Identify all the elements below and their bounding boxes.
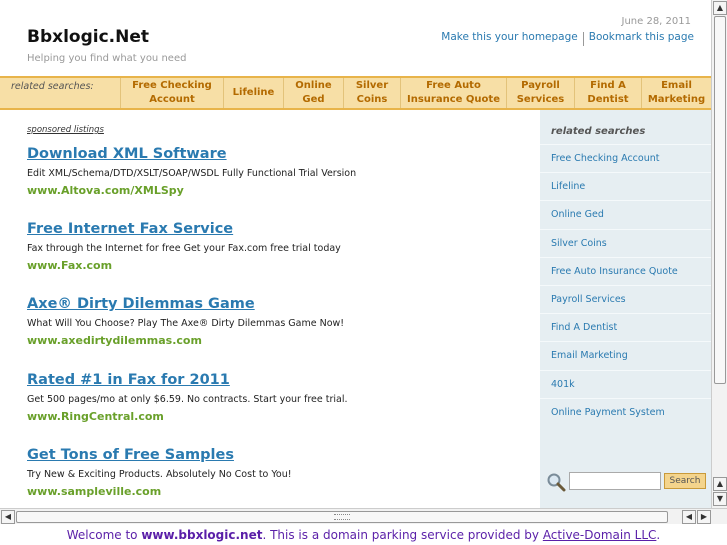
sidebar-title: related searches <box>551 126 646 137</box>
listing-url-link[interactable]: www.RingCentral.com <box>27 410 347 423</box>
related-item-line1: Online <box>295 80 332 91</box>
scroll-grip-icon <box>334 514 350 520</box>
related-item-payroll-services[interactable]: Payroll Services <box>506 78 574 108</box>
sidebar-list: Free Checking Account Lifeline Online Ge… <box>540 144 711 426</box>
search-input[interactable] <box>569 472 661 490</box>
vertical-scroll-thumb[interactable] <box>714 16 726 384</box>
scroll-left-icon[interactable]: ◀ <box>682 510 696 524</box>
sidebar-item-find-a-dentist[interactable]: Find A Dentist <box>540 313 711 341</box>
footer-prefix: Welcome to <box>66 528 142 542</box>
related-item-find-a-dentist[interactable]: Find A Dentist <box>574 78 641 108</box>
sidebar-item-free-auto-insurance-quote[interactable]: Free Auto Insurance Quote <box>540 256 711 285</box>
listing-url-link[interactable]: www.sampleville.com <box>27 485 292 498</box>
header: Bbxlogic.Net Helping you find what you n… <box>0 0 711 76</box>
listing-url-link[interactable]: www.Fax.com <box>27 259 341 272</box>
provider-link[interactable]: Active-Domain LLC <box>543 528 657 542</box>
listing: Free Internet Fax Service Fax through th… <box>27 221 341 272</box>
search-icon <box>546 472 566 492</box>
related-item-lifeline[interactable]: Lifeline <box>223 78 283 108</box>
header-links: Make this your homepage Bookmark this pa… <box>436 31 699 46</box>
listing-description: Get 500 pages/mo at only $6.59. No contr… <box>27 394 348 405</box>
listing-description: Try New & Exciting Products. Absolutely … <box>27 469 292 480</box>
related-item-line1: Find A <box>590 80 626 91</box>
related-searches-bar: related searches: Free Checking Account L… <box>0 76 711 110</box>
listing: Download XML Software Edit XML/Schema/DT… <box>27 146 356 197</box>
related-item-silver-coins[interactable]: Silver Coins <box>343 78 400 108</box>
bookmark-link[interactable]: Bookmark this page <box>584 31 699 46</box>
related-item-free-auto-insurance-quote[interactable]: Free Auto Insurance Quote <box>400 78 506 108</box>
listing-title-link[interactable]: Free Internet Fax Service <box>27 221 341 237</box>
sidebar-item-lifeline[interactable]: Lifeline <box>540 172 711 200</box>
related-item-line2: Marketing <box>647 94 706 105</box>
sidebar-item-email-marketing[interactable]: Email Marketing <box>540 341 711 369</box>
make-homepage-link[interactable]: Make this your homepage <box>436 31 582 46</box>
site-tagline: Helping you find what you need <box>27 53 187 64</box>
sponsored-listings-label: sponsored listings <box>27 125 104 135</box>
scroll-right-icon[interactable]: ▶ <box>697 510 711 524</box>
related-item-line2: Ged <box>302 94 325 105</box>
horizontal-scrollbar[interactable]: ◀ ◀ ▶ <box>0 508 727 524</box>
sidebar-item-free-checking-account[interactable]: Free Checking Account <box>540 144 711 172</box>
scroll-left-icon[interactable]: ◀ <box>1 510 15 524</box>
related-item-line2: Insurance Quote <box>407 94 500 105</box>
footer-middle: . This is a domain parking service provi… <box>262 528 543 542</box>
scroll-down-icon[interactable]: ▼ <box>713 492 727 506</box>
vertical-scrollbar[interactable]: ▲ ▲ ▼ <box>711 0 727 508</box>
sidebar-item-online-payment-system[interactable]: Online Payment System <box>540 397 711 426</box>
listing-url-link[interactable]: www.Altova.com/XMLSpy <box>27 184 356 197</box>
listing-title-link[interactable]: Get Tons of Free Samples <box>27 447 292 463</box>
listing-title-link[interactable]: Rated #1 in Fax for 2011 <box>27 372 347 388</box>
search-box: Search <box>546 471 706 493</box>
site-title: Bbxlogic.Net <box>27 27 150 47</box>
related-item-line1: Lifeline <box>232 87 275 98</box>
sidebar-item-401k[interactable]: 401k <box>540 369 711 398</box>
scroll-up-icon[interactable]: ▲ <box>713 477 727 491</box>
related-item-line1: Silver <box>355 80 389 91</box>
search-button[interactable]: Search <box>664 473 706 489</box>
related-item-line2: Account <box>149 94 195 105</box>
related-searches-items: Free Checking Account Lifeline Online Ged … <box>120 78 711 108</box>
related-item-email-marketing[interactable]: Email Marketing <box>641 78 711 108</box>
date-label: June 28, 2011 <box>621 16 692 27</box>
listing: Axe® Dirty Dilemmas Game What Will You C… <box>27 296 344 347</box>
related-item-line2: Services <box>516 94 565 105</box>
listing: Rated #1 in Fax for 2011 Get 500 pages/m… <box>27 372 347 423</box>
related-item-online-ged[interactable]: Online Ged <box>283 78 343 108</box>
related-item-line1: Payroll <box>521 80 560 91</box>
related-item-line1: Free Checking <box>132 80 212 91</box>
sidebar-item-payroll-services[interactable]: Payroll Services <box>540 284 711 313</box>
listing-title-link[interactable]: Axe® Dirty Dilemmas Game <box>27 296 344 312</box>
listing-description: Edit XML/Schema/DTD/XSLT/SOAP/WSDL Fully… <box>27 168 357 179</box>
listing-url-link[interactable]: www.axedirtydilemmas.com <box>27 334 344 347</box>
footer: Welcome to www.bbxlogic.net. This is a d… <box>0 528 727 542</box>
related-searches-sidebar: related searches Free Checking Account L… <box>540 110 711 508</box>
footer-suffix: . <box>656 528 661 542</box>
listing-title-link[interactable]: Download XML Software <box>27 146 356 162</box>
related-item-line2: Coins <box>356 94 388 105</box>
horizontal-scroll-thumb[interactable] <box>16 511 668 523</box>
related-item-line2: Dentist <box>587 94 629 105</box>
related-item-line1: Email <box>661 80 692 91</box>
footer-domain: www.bbxlogic.net <box>141 528 263 542</box>
sidebar-item-online-ged[interactable]: Online Ged <box>540 200 711 228</box>
listing: Get Tons of Free Samples Try New & Excit… <box>27 447 292 498</box>
related-item-free-checking-account[interactable]: Free Checking Account <box>120 78 223 108</box>
sidebar-item-silver-coins[interactable]: Silver Coins <box>540 228 711 257</box>
scroll-up-icon[interactable]: ▲ <box>713 1 727 15</box>
page: Bbxlogic.Net Helping you find what you n… <box>0 0 727 545</box>
related-item-line1: Free Auto <box>426 80 481 91</box>
sponsored-listings-section: sponsored listings Download XML Software… <box>0 110 540 508</box>
listing-description: Fax through the Internet for free Get yo… <box>27 243 341 254</box>
listing-description: What Will You Choose? Play The Axe® Dirt… <box>27 318 345 329</box>
related-searches-label: related searches: <box>11 81 94 92</box>
